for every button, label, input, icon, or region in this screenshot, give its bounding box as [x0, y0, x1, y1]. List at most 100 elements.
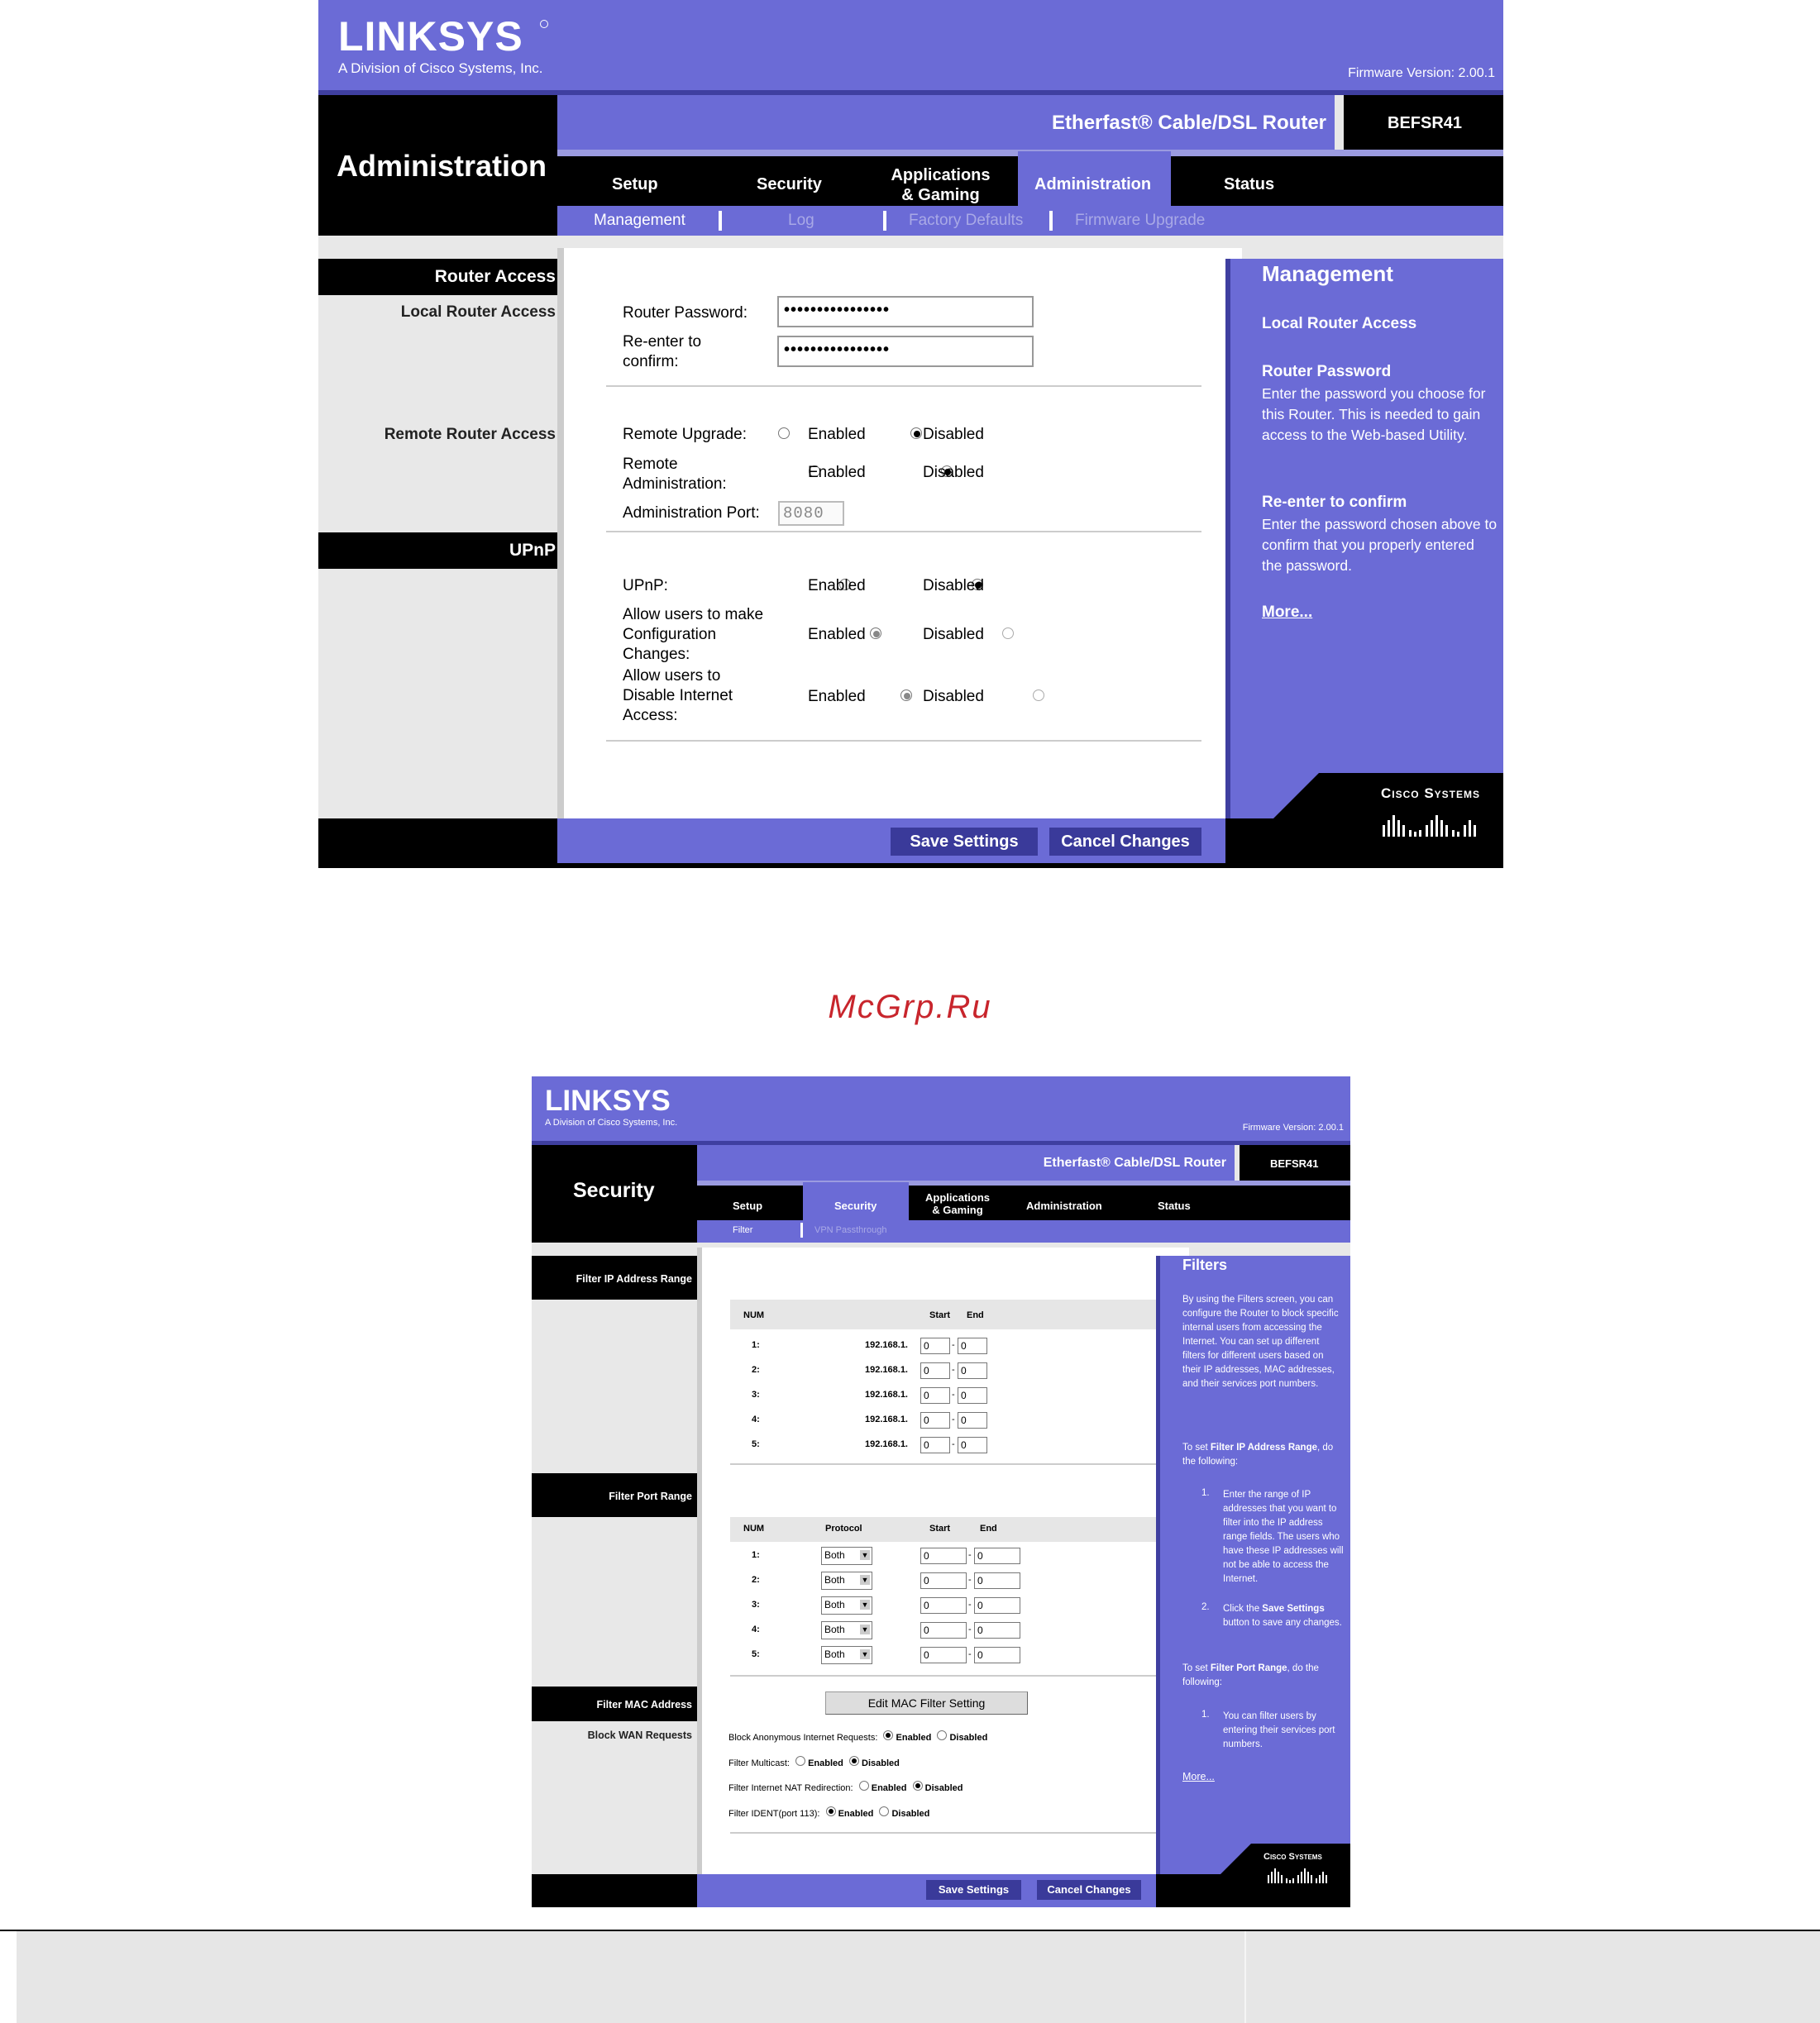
product-name: Etherfast® Cable/DSL Router: [1052, 112, 1326, 134]
ip-end-input[interactable]: 0: [958, 1412, 987, 1429]
help-more-link[interactable]: More...: [1262, 604, 1312, 622]
chevron-down-icon[interactable]: ▼: [860, 1550, 870, 1560]
ip-start-input[interactable]: 0: [920, 1437, 950, 1453]
port-end-input[interactable]: 0: [974, 1572, 1020, 1589]
table-row: 5: 192.168.1. 0 - 0: [730, 1434, 1185, 1458]
block-anon-disabled-radio[interactable]: [937, 1730, 948, 1740]
protocol-select[interactable]: Both ▼: [821, 1596, 872, 1615]
tab-setup[interactable]: Setup: [733, 1200, 762, 1212]
protocol-select[interactable]: Both ▼: [821, 1621, 872, 1639]
subtab-separator: [1049, 211, 1053, 231]
ip-start-input[interactable]: 0: [920, 1338, 950, 1354]
tab-security[interactable]: Security: [834, 1200, 877, 1212]
tab-administration[interactable]: Administration: [1034, 175, 1151, 194]
help-port-heading-a: To set: [1182, 1663, 1211, 1673]
protocol-select[interactable]: Both ▼: [821, 1646, 872, 1664]
help-ip-heading: To set Filter IP Address Range, do the f…: [1182, 1441, 1344, 1469]
cancel-changes-button[interactable]: Cancel Changes: [1049, 828, 1201, 856]
linksys-logo: LINKSYS: [338, 13, 523, 60]
chevron-down-icon[interactable]: ▼: [860, 1625, 870, 1634]
subtab-management[interactable]: Management: [594, 212, 685, 230]
cancel-changes-button[interactable]: Cancel Changes: [1037, 1880, 1141, 1900]
help-intro: By using the Filters screen, you can con…: [1182, 1295, 1339, 1389]
port-row-num: 3:: [752, 1600, 760, 1610]
allow-config-enabled-radio[interactable]: [869, 627, 881, 639]
help-port-heading-b: Filter Port Range: [1210, 1663, 1287, 1673]
multicast-enabled-radio[interactable]: [795, 1756, 806, 1766]
subtab-firmware-upgrade[interactable]: Firmware Upgrade: [1075, 212, 1205, 230]
ip-end-input[interactable]: 0: [958, 1362, 987, 1379]
reenter-password-input[interactable]: ••••••••••••••••: [777, 336, 1034, 367]
tab-status[interactable]: Status: [1158, 1200, 1191, 1212]
port-start-input[interactable]: 0: [920, 1647, 967, 1663]
subtab-vpn-passthrough[interactable]: VPN Passthrough: [814, 1225, 886, 1235]
table-row: 2: 192.168.1. 0 - 0: [730, 1359, 1185, 1384]
footer-black-base: [318, 863, 1503, 868]
nat-disabled-radio[interactable]: [912, 1781, 923, 1791]
block-anon-enabled-label: Enabled: [896, 1733, 932, 1743]
tab-security[interactable]: Security: [757, 175, 822, 194]
allow-disable-enabled-radio[interactable]: [900, 689, 912, 701]
tab-applications-gaming[interactable]: Applications & Gaming: [889, 165, 992, 205]
upnp-enabled-label: Enabled: [808, 577, 866, 594]
remote-upgrade-enabled-radio[interactable]: [778, 427, 790, 439]
ip-end-input[interactable]: 0: [958, 1437, 987, 1453]
chevron-down-icon[interactable]: ▼: [860, 1649, 870, 1659]
subtab-factory-defaults[interactable]: Factory Defaults: [909, 212, 1023, 230]
ip-end-input[interactable]: 0: [958, 1338, 987, 1354]
ident-enabled-radio[interactable]: [825, 1806, 836, 1816]
ip-start-input[interactable]: 0: [920, 1412, 950, 1429]
ident-disabled-radio[interactable]: [879, 1806, 890, 1816]
subtab-log[interactable]: Log: [788, 212, 814, 230]
ip-start-input[interactable]: 0: [920, 1362, 950, 1379]
multicast-disabled-radio[interactable]: [848, 1756, 859, 1766]
help-reenter-text: Enter the password chosen above to confi…: [1262, 516, 1498, 574]
port-end-input[interactable]: 0: [974, 1548, 1020, 1564]
protocol-select[interactable]: Both ▼: [821, 1547, 872, 1565]
upnp-label: UPnP:: [623, 577, 668, 594]
admin-port-input[interactable]: 8080: [778, 501, 844, 526]
help-step-2-c: button to save any changes.: [1223, 1618, 1342, 1628]
ip-end-input[interactable]: 0: [958, 1387, 987, 1404]
chevron-down-icon[interactable]: ▼: [860, 1600, 870, 1610]
chevron-down-icon[interactable]: ▼: [860, 1575, 870, 1585]
help-router-password-text: Enter the password you choose for this R…: [1262, 385, 1486, 443]
port-end-input[interactable]: 0: [974, 1647, 1020, 1663]
block-anon-enabled-radio[interactable]: [883, 1730, 894, 1740]
model-number: BEFSR41: [1388, 114, 1463, 132]
edit-mac-filter-button[interactable]: Edit MAC Filter Setting: [825, 1691, 1028, 1715]
ip-start-input[interactable]: 0: [920, 1387, 950, 1404]
help-step-1-num: 1.: [1201, 1488, 1210, 1498]
tab-applications-gaming[interactable]: Applications & Gaming: [920, 1191, 995, 1216]
cisco-bridge-logo: [1268, 1868, 1327, 1883]
ip-range-dash: -: [952, 1340, 955, 1350]
port-start-input[interactable]: 0: [920, 1548, 967, 1564]
subtab-separator: [800, 1223, 803, 1238]
tab-setup[interactable]: Setup: [612, 175, 658, 194]
ip-range-dash: -: [952, 1439, 955, 1449]
remote-admin-label: Remote Administration:: [623, 456, 727, 493]
ip-row-num: 5:: [752, 1439, 760, 1449]
subtab-filter[interactable]: Filter: [733, 1225, 752, 1235]
allow-config-disabled-label: Disabled: [923, 626, 984, 643]
port-end-input[interactable]: 0: [974, 1597, 1020, 1614]
save-settings-button[interactable]: Save Settings: [926, 1880, 1021, 1900]
nat-enabled-radio[interactable]: [858, 1781, 869, 1791]
remote-upgrade-label: Remote Upgrade:: [623, 426, 747, 443]
ip-range-dash: -: [952, 1415, 955, 1424]
port-range-dash: -: [968, 1649, 972, 1659]
tab-status[interactable]: Status: [1224, 175, 1274, 194]
port-start-input[interactable]: 0: [920, 1572, 967, 1589]
allow-disable-disabled-radio[interactable]: [1033, 689, 1045, 701]
router-password-input[interactable]: ••••••••••••••••: [777, 296, 1034, 327]
footer-left: [318, 818, 557, 868]
port-end-input[interactable]: 0: [974, 1622, 1020, 1639]
subtab-separator: [719, 211, 722, 231]
tab-administration[interactable]: Administration: [1026, 1200, 1102, 1212]
help-title: Filters: [1182, 1257, 1228, 1273]
port-start-input[interactable]: 0: [920, 1622, 967, 1639]
protocol-select[interactable]: Both ▼: [821, 1572, 872, 1590]
port-start-input[interactable]: 0: [920, 1597, 967, 1614]
help-more-link[interactable]: More...: [1182, 1771, 1215, 1782]
save-settings-button[interactable]: Save Settings: [891, 828, 1038, 856]
